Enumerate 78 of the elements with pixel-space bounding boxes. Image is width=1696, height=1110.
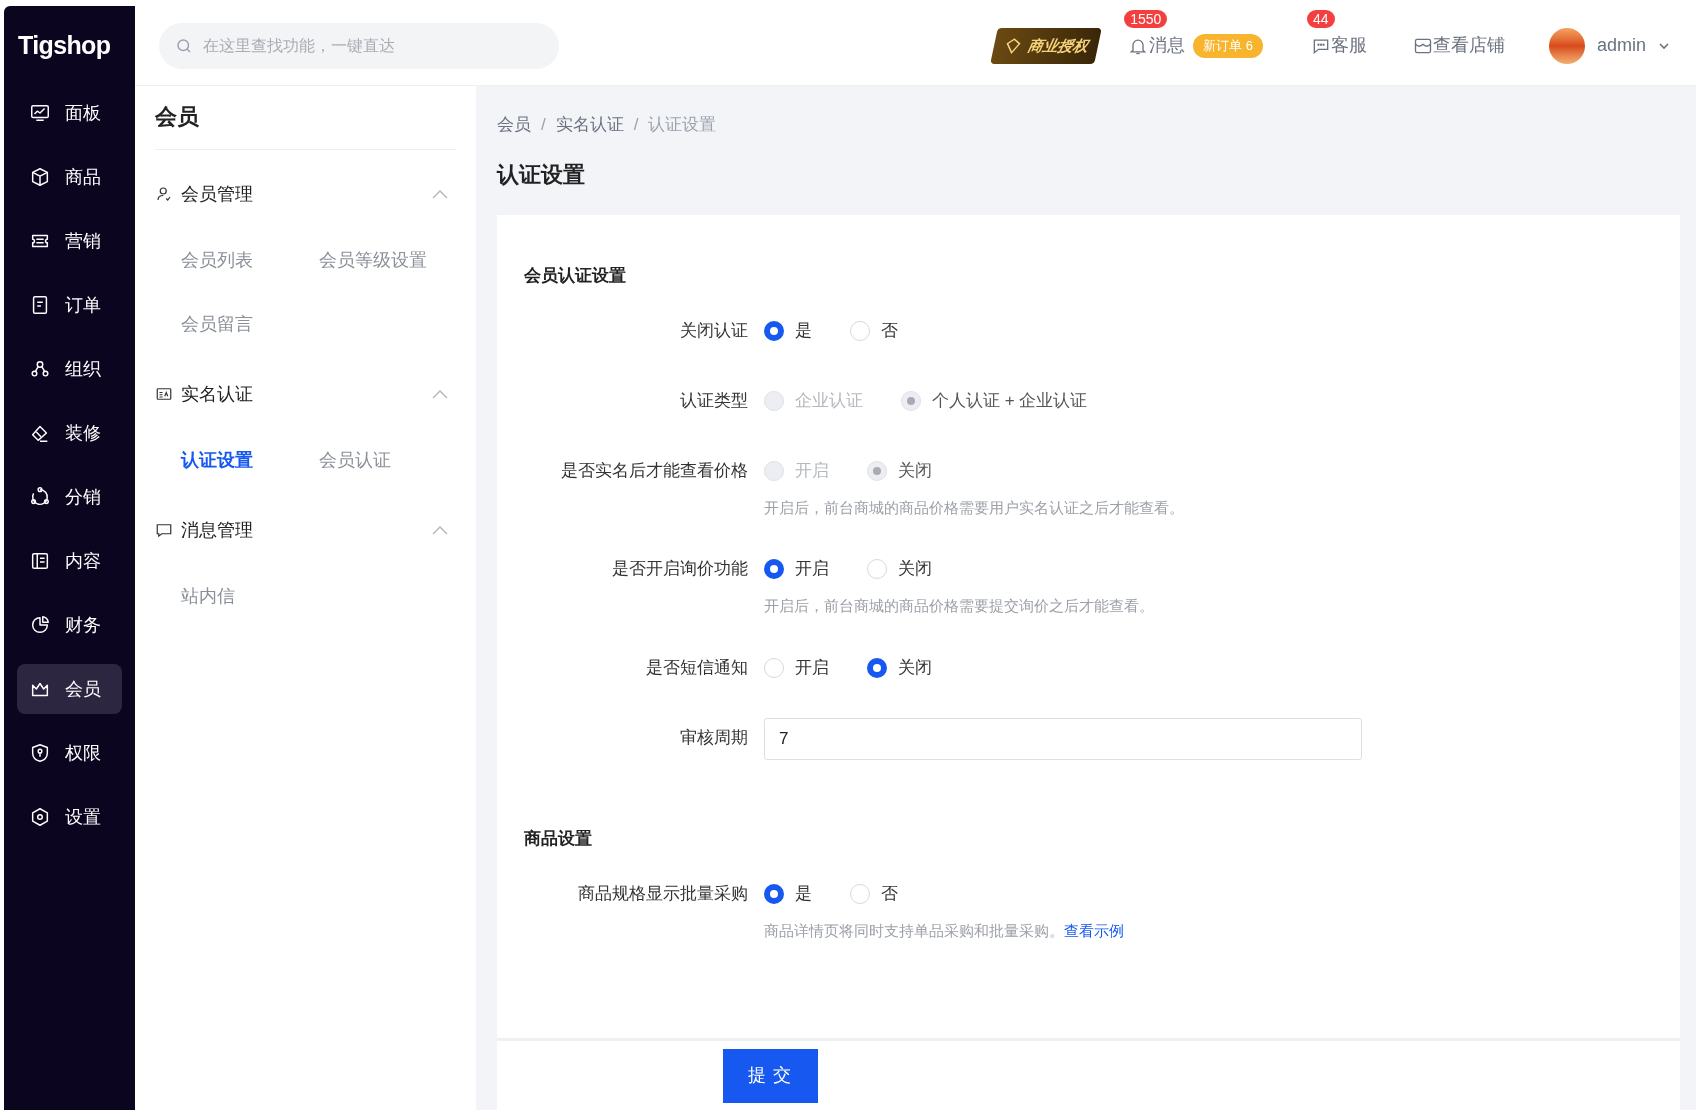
radio-button[interactable] (764, 559, 784, 579)
submenu-item[interactable]: 认证设置 (181, 446, 253, 474)
radio-option[interactable]: 关闭 (867, 654, 932, 681)
logo: Tigshop (18, 30, 111, 62)
customer-service-link[interactable]: 客服 (1330, 32, 1367, 59)
radio-option[interactable]: 否 (850, 317, 898, 344)
breadcrumb-separator: / (633, 114, 639, 136)
radio-option: 开启 (764, 457, 829, 484)
radio-button[interactable] (764, 883, 784, 904)
hint-text: 开启后，前台商城的商品价格需要提交询价之后才能查看。 (764, 596, 1155, 616)
license-badge[interactable]: 商业授权 (990, 27, 1102, 64)
field-label: 是否开启询价功能 (612, 558, 748, 581)
radio-button[interactable] (867, 657, 887, 678)
nav-icon (29, 742, 51, 764)
hint-text: 商品详情页将同时支持单品采购和批量采购。查看示例 (764, 920, 1125, 941)
group-icon (155, 185, 173, 203)
page-title: 认证设置 (497, 161, 585, 187)
radio-option: 个人认证 + 企业认证 (901, 387, 1088, 414)
radio-option: 企业认证 (764, 387, 863, 414)
radio-option[interactable]: 关闭 (867, 556, 932, 582)
field-label: 审核周期 (680, 726, 748, 749)
search-field[interactable]: 在这里查找功能，一键直达 (159, 22, 559, 69)
nav-icon (29, 550, 51, 572)
nav-item[interactable]: 订单 (17, 280, 122, 330)
chevron-up-icon (432, 189, 448, 199)
nav-item[interactable]: 权限 (17, 728, 122, 778)
submenu-title: 会员 (155, 104, 199, 129)
nav-item[interactable]: 营销 (17, 216, 122, 266)
section-title: 商品设置 (524, 827, 592, 850)
avatar[interactable] (1548, 27, 1585, 64)
chevron-up-icon (432, 389, 448, 399)
service-count-badge: 44 (1306, 10, 1335, 28)
view-store-link[interactable]: 查看店铺 (1432, 32, 1505, 59)
nav-icon (29, 806, 51, 828)
breadcrumb-separator: / (541, 114, 546, 136)
submenu-group-header[interactable]: 消息管理 (155, 496, 456, 564)
field-label: 是否短信通知 (646, 656, 748, 679)
group-icon (155, 521, 173, 539)
nav-item[interactable]: 面板 (17, 88, 122, 138)
hint-text: 开启后，前台商城的商品价格需要用户实名认证之后才能查看。 (764, 497, 1185, 518)
field-label: 是否实名后才能查看价格 (561, 459, 748, 482)
radio-option: 关闭 (867, 457, 932, 484)
nav-item[interactable]: 组织 (17, 344, 122, 394)
field-label: 商品规格显示批量采购 (578, 882, 748, 905)
nav-item[interactable]: 会员 (17, 664, 122, 714)
message-count-badge: 1550 (1124, 10, 1168, 28)
breadcrumb-link[interactable]: 实名认证 (555, 112, 624, 138)
messages-link[interactable]: 消息 (1149, 32, 1186, 59)
nav-item[interactable]: 分销 (17, 472, 122, 522)
field-label: 关闭认证 (680, 319, 748, 342)
radio-option[interactable]: 开启 (764, 556, 829, 582)
breadcrumb-link[interactable]: 会员 (497, 112, 531, 138)
radio-option[interactable]: 否 (850, 880, 898, 907)
input-field[interactable]: 7 (764, 717, 1362, 760)
radio-option[interactable]: 是 (764, 880, 812, 907)
nav-icon (29, 358, 51, 380)
example-link[interactable]: 查看示例 (1064, 921, 1124, 939)
nav-item[interactable]: 财务 (17, 600, 122, 650)
nav-item[interactable]: 设置 (17, 792, 122, 842)
radio-button[interactable] (764, 320, 784, 341)
submit-button[interactable]: 提交 (723, 1048, 818, 1103)
nav-icon (29, 166, 51, 188)
nav-icon (29, 102, 51, 124)
search-icon (175, 36, 193, 55)
section-title: 会员认证设置 (524, 264, 626, 287)
radio-option[interactable]: 是 (764, 317, 812, 344)
nav-item[interactable]: 装修 (17, 408, 122, 458)
radio-option[interactable]: 开启 (764, 654, 829, 681)
nav-icon (29, 486, 51, 508)
nav-icon (29, 614, 51, 636)
chevron-up-icon (432, 525, 448, 535)
user-menu[interactable]: admin (1596, 32, 1646, 59)
submenu-group-header[interactable]: 实名认证 (155, 360, 456, 428)
nav-item[interactable]: 商品 (17, 152, 122, 202)
field-label: 认证类型 (680, 389, 748, 412)
submenu-group-header[interactable]: 会员管理 (155, 160, 456, 228)
group-icon (155, 385, 173, 403)
nav-item[interactable]: 内容 (17, 536, 122, 586)
